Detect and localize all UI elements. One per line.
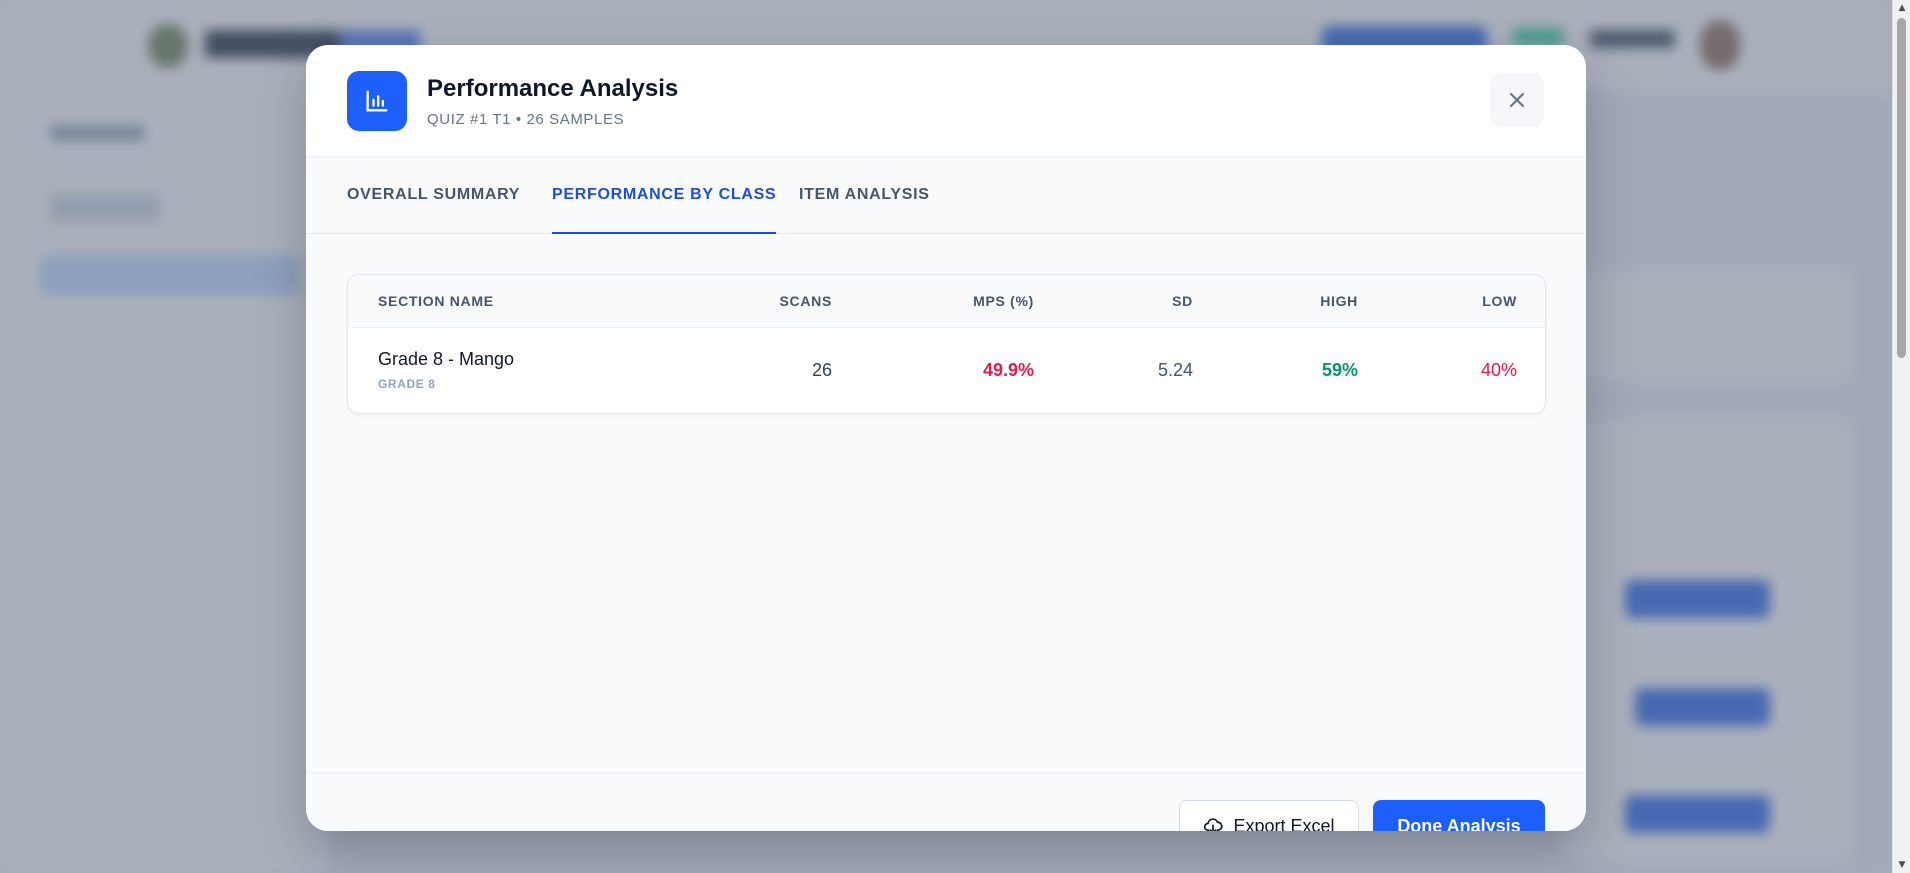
scrollbar-thumb[interactable] [1897,18,1906,358]
column-header-low: LOW [1482,293,1517,309]
modal-title: Performance Analysis [427,75,679,102]
tab-performance-by-class[interactable]: PERFORMANCE BY CLASS [552,157,777,234]
done-analysis-button[interactable]: Done Analysis [1373,800,1545,831]
modal-body: SECTION NAME SCANS MPS (%) SD HIGH LOW G… [306,234,1586,772]
export-excel-button[interactable]: Export Excel [1179,800,1359,831]
bar-chart-icon [347,71,407,131]
scroll-up-arrow-icon[interactable]: ▲ [1893,0,1910,16]
modal-subtitle: QUIZ #1 T1 • 26 SAMPLES [427,111,625,128]
column-header-sd: SD [1172,293,1193,309]
table-row: Grade 8 - Mango GRADE 8 26 49.9% 5.24 59… [348,327,1545,413]
scroll-down-arrow-icon[interactable]: ▼ [1893,857,1910,873]
high-value: 59% [1321,360,1358,380]
section-name: Grade 8 - Mango [378,349,515,369]
tab-overall-summary[interactable]: OVERALL SUMMARY [347,157,520,233]
low-value: 40% [1480,360,1517,380]
export-excel-label: Export Excel [1233,815,1335,832]
column-header-mps: MPS (%) [973,293,1034,309]
mps-value: 49.9% [982,360,1034,380]
column-header-scans: SCANS [779,293,832,309]
cloud-download-icon [1204,818,1224,831]
performance-analysis-modal: Performance Analysis QUIZ #1 T1 • 26 SAM… [306,45,1586,831]
column-header-high: HIGH [1320,293,1358,309]
modal-footer: Export Excel Done Analysis [306,772,1586,831]
class-performance-table: SECTION NAME SCANS MPS (%) SD HIGH LOW G… [347,274,1546,414]
section-grade: GRADE 8 [378,377,436,391]
tab-bar: OVERALL SUMMARY PERFORMANCE BY CLASS ITE… [306,157,1586,234]
tab-item-analysis[interactable]: ITEM ANALYSIS [799,157,930,233]
scans-value: 26 [811,360,832,380]
page-scrollbar[interactable]: ▲ ▼ [1892,0,1910,873]
table-header: SECTION NAME SCANS MPS (%) SD HIGH LOW [348,275,1545,328]
column-header-section-name: SECTION NAME [378,293,494,309]
modal-header: Performance Analysis QUIZ #1 T1 • 26 SAM… [306,45,1586,157]
close-button[interactable] [1490,73,1544,127]
sd-value: 5.24 [1157,360,1193,380]
close-icon [1510,93,1524,107]
